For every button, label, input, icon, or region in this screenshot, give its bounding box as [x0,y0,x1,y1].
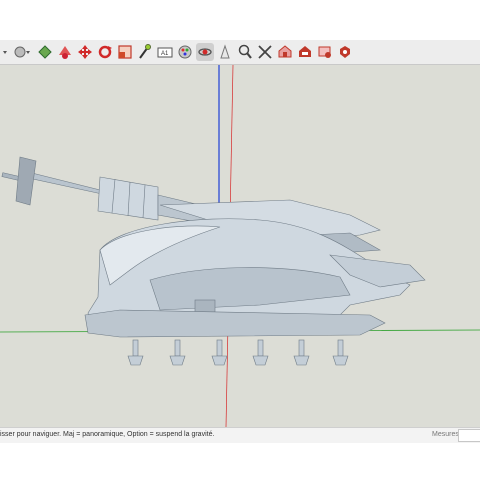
svg-text:A1: A1 [161,51,169,57]
extension-warehouse-icon[interactable] [296,43,314,61]
extension-manager-icon[interactable] [336,43,354,61]
shapes-dropdown-icon[interactable] [12,43,30,61]
model-viewport[interactable] [0,65,480,427]
leg-3 [211,339,228,366]
toolbar: A1 [0,40,480,65]
walk-icon[interactable] [216,43,234,61]
measurements-label: Mesures [432,431,459,438]
push-pull-icon[interactable] [36,43,54,61]
orbit-icon[interactable] [196,43,214,61]
hover-tank-model [1,156,426,338]
leg-6 [332,339,349,366]
status-bar: isser pour naviguer. Maj = panoramique, … [0,427,480,443]
send-to-layout-icon[interactable] [316,43,334,61]
leg-4 [252,339,269,366]
scale-icon[interactable] [116,43,134,61]
landing-legs [127,339,349,366]
cannon-barrel [31,172,103,195]
warehouse-icon[interactable] [276,43,294,61]
status-hint: isser pour naviguer. Maj = panoramique, … [0,431,215,438]
move-icon[interactable] [76,43,94,61]
leg-5 [293,339,310,366]
zoom-icon[interactable] [236,43,254,61]
zoom-extents-icon[interactable] [256,43,274,61]
muzzle-brake [15,156,37,206]
measurements-field[interactable] [458,429,480,442]
rotate-icon[interactable] [96,43,114,61]
paint-bucket-icon[interactable] [56,43,74,61]
tape-measure-icon[interactable] [136,43,154,61]
scene-drawing [0,65,480,427]
text-icon[interactable]: A1 [156,43,174,61]
leg-2 [169,339,186,366]
paint-icon[interactable] [176,43,194,61]
leg-1 [127,339,144,366]
